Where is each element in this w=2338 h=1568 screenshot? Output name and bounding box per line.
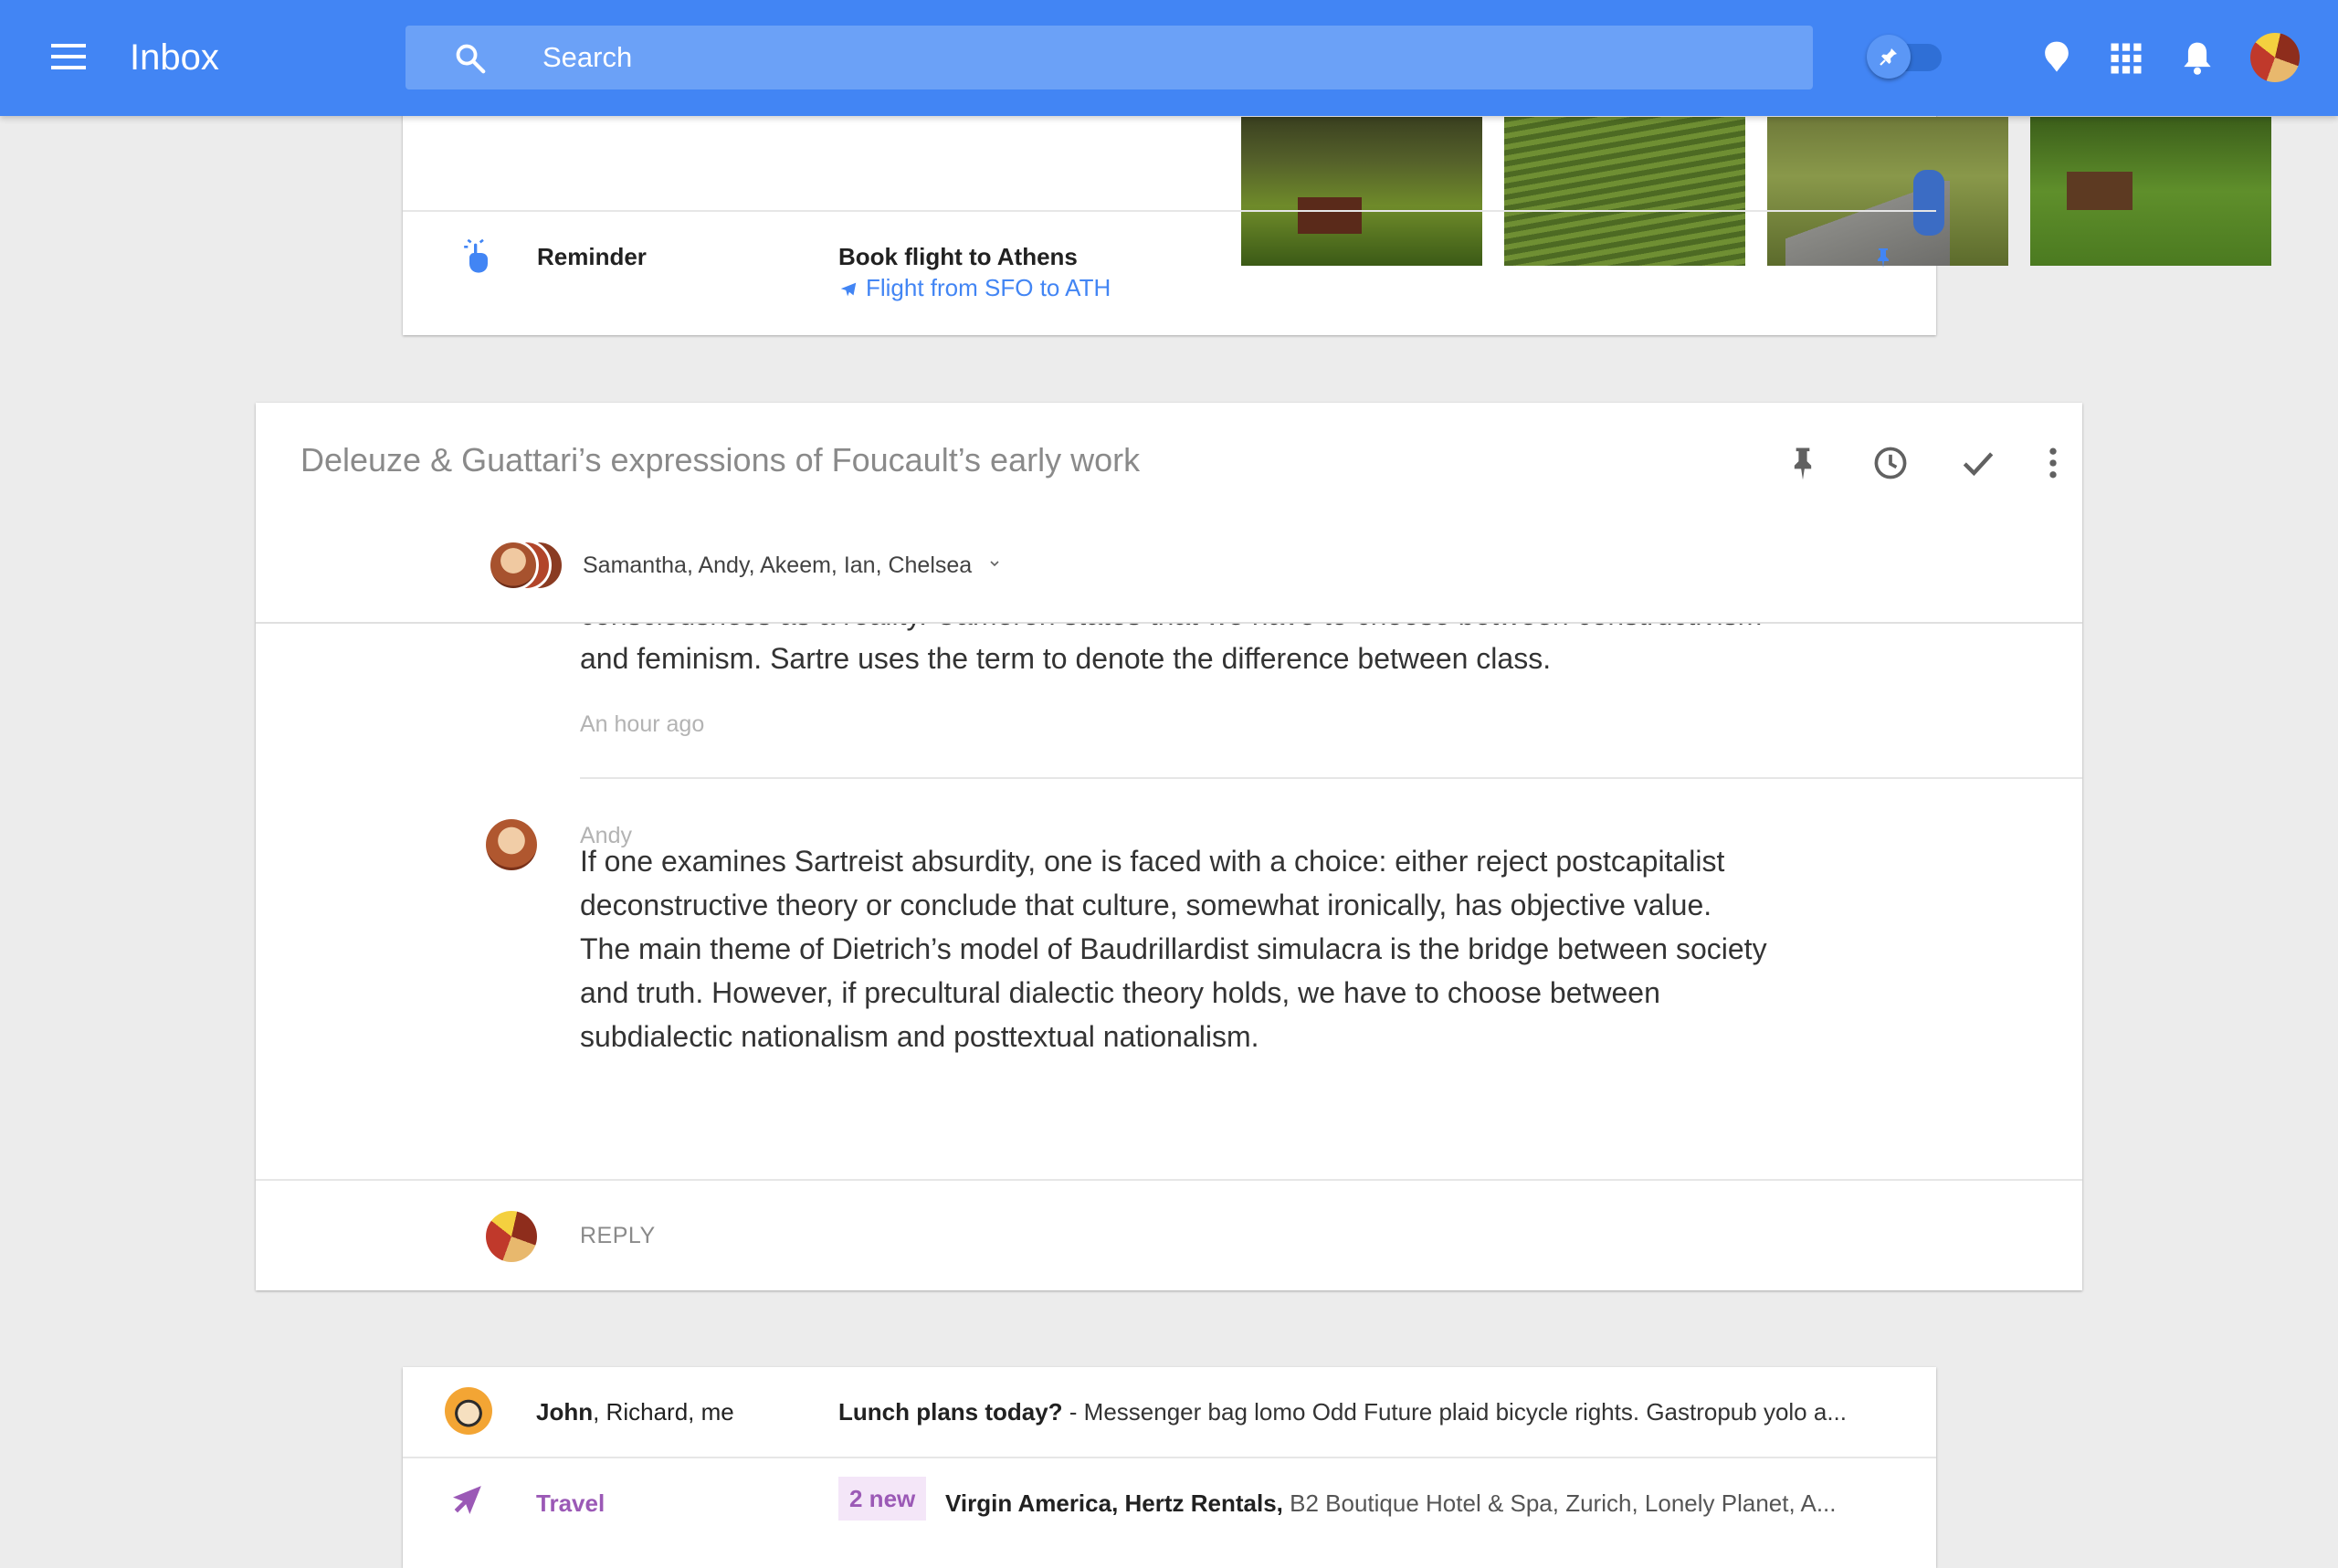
divider [580, 777, 2082, 779]
travel-snippet-text: B2 Boutique Hotel & Spa, Zurich, Lonely … [1282, 1489, 1837, 1517]
reminder-label: Reminder [537, 243, 647, 270]
photo-thumbnail[interactable] [1504, 117, 1745, 266]
sender-bold: John [536, 1398, 594, 1426]
done-check-icon[interactable] [1958, 443, 1998, 483]
more-vert-icon[interactable] [2033, 443, 2073, 483]
pin-icon[interactable] [1872, 245, 1894, 270]
row-snippet: - Messenger bag lomo Odd Future plaid bi… [1062, 1398, 1847, 1426]
thread-subject: Deleuze & Guattari’s expressions of Fouc… [300, 441, 1141, 479]
row-subject-snippet: Lunch plans today? - Messenger bag lomo … [838, 1398, 1907, 1426]
photo-thumbnail[interactable] [1767, 117, 2008, 266]
message-body: If one examines Sartreist absurdity, one… [580, 845, 1767, 1053]
previous-message-text: consciousness as a reality. Cameron stat… [580, 624, 1762, 675]
sender-rest: , Richard, me [593, 1398, 734, 1426]
divider [403, 210, 1936, 212]
chevron-down-icon [990, 561, 999, 567]
travel-bundle-row[interactable]: Travel 2 new Virgin America, Hertz Renta… [403, 1458, 1936, 1546]
search-bar[interactable] [405, 26, 1813, 89]
message-timestamp: An hour ago [580, 711, 705, 737]
search-icon[interactable] [453, 41, 488, 76]
top-app-bar: Inbox [0, 0, 2338, 116]
search-input[interactable] [542, 26, 1785, 89]
photo-thumbnail[interactable] [1241, 117, 1482, 266]
reminder-title[interactable]: Book flight to Athens [838, 243, 1078, 271]
row-subject: Lunch plans today? [838, 1398, 1063, 1426]
sender-avatar[interactable] [486, 819, 537, 870]
travel-senders: Virgin America, Hertz Rentals, [945, 1489, 1283, 1517]
row-senders: John, Richard, me [536, 1398, 734, 1426]
flight-link[interactable]: Flight from SFO to ATH [838, 274, 1111, 302]
inbox-list: John, Richard, me Lunch plans today? - M… [403, 1367, 1936, 1568]
pin-icon [1880, 48, 1897, 66]
pinned-only-toggle[interactable] [1867, 35, 1945, 79]
my-avatar[interactable] [486, 1211, 537, 1262]
new-count-badge: 2 new [838, 1477, 927, 1521]
account-avatar[interactable] [2250, 33, 2300, 82]
thread-card: Deleuze & Guattari’s expressions of Fouc… [256, 403, 2082, 1290]
plane-icon [840, 282, 857, 297]
avatar [488, 540, 539, 591]
travel-label: Travel [536, 1489, 606, 1517]
travel-snippet: Virgin America, Hertz Rentals, B2 Boutiq… [945, 1489, 1904, 1518]
avatar [445, 1387, 492, 1435]
apps-grid-icon[interactable] [2106, 38, 2146, 79]
message-scroll-area[interactable]: consciousness as a reality. Cameron stat… [256, 624, 2082, 1179]
flight-link-text[interactable]: Flight from SFO to ATH [866, 274, 1111, 301]
menu-icon[interactable] [47, 40, 91, 77]
divider [256, 1179, 2082, 1181]
participants-names: Samantha, Andy, Akeem, Ian, Chelsea [583, 552, 973, 578]
reminder-finger-icon [464, 238, 488, 273]
app-title: Inbox [130, 37, 219, 78]
travel-plane-icon [453, 1486, 481, 1514]
notifications-bell-icon[interactable] [2177, 38, 2217, 79]
toggle-knob [1867, 35, 1911, 79]
participants-list[interactable]: Samantha, Andy, Akeem, Ian, Chelsea [583, 552, 1002, 579]
pin-icon[interactable] [1783, 443, 1823, 483]
snooze-clock-icon[interactable] [1870, 443, 1911, 483]
reply-button[interactable]: REPLY [580, 1223, 656, 1249]
photo-thumbnail[interactable] [2030, 117, 2271, 266]
list-item[interactable]: John, Richard, me Lunch plans today? - M… [403, 1367, 1936, 1455]
reminder-bulb-icon[interactable] [2037, 38, 2077, 79]
